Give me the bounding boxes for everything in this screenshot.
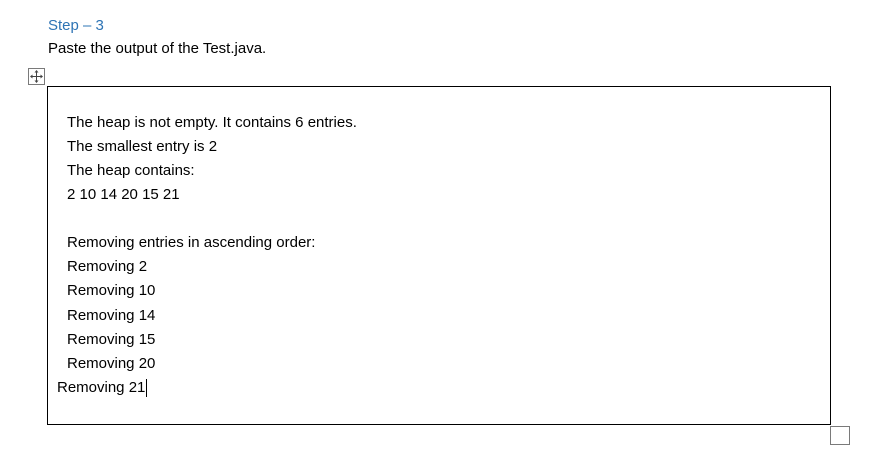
output-line-last[interactable]: Removing 21 [57, 379, 148, 397]
output-line-text: Removing 21 [57, 379, 146, 396]
output-line: The heap contains: [67, 162, 195, 179]
output-line: Removing 20 [67, 355, 156, 372]
four-way-arrow-icon [30, 70, 43, 83]
output-line: The heap is not empty. It contains 6 ent… [67, 114, 357, 131]
output-line: Removing entries in ascending order: [67, 234, 316, 251]
instruction-text: Paste the output of the Test.java. [48, 40, 267, 57]
table-resize-handle[interactable] [830, 426, 850, 445]
output-line: Removing 14 [67, 307, 156, 324]
table-move-handle[interactable] [28, 68, 45, 85]
output-line: The smallest entry is 2 [67, 138, 218, 155]
output-line: 2 10 14 20 15 21 [67, 186, 180, 203]
output-line: Removing 2 [67, 258, 148, 275]
output-line: Removing 15 [67, 331, 156, 348]
step-heading: Step – 3 [48, 17, 104, 34]
output-line: Removing 10 [67, 282, 156, 299]
output-table[interactable]: The heap is not empty. It contains 6 ent… [47, 86, 831, 425]
text-cursor [146, 379, 148, 397]
